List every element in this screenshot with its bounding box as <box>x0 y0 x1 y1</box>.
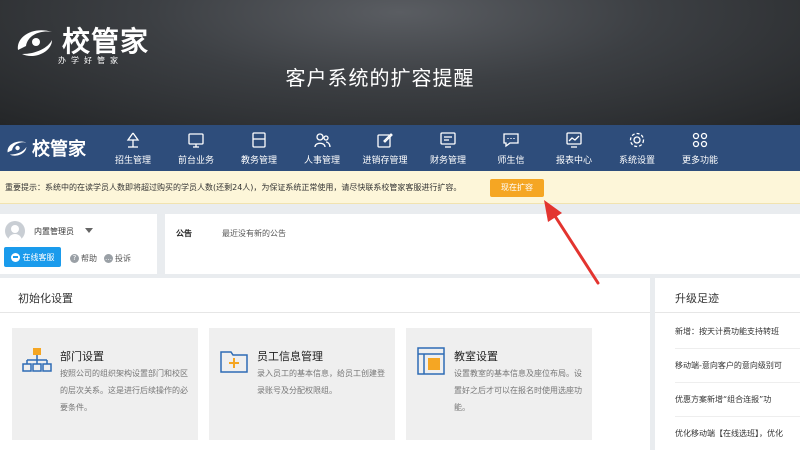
monitor-icon <box>188 133 204 148</box>
upgrade-item[interactable]: 新增：按天计费功能支持转班 <box>675 326 800 337</box>
chat-icon <box>10 252 20 262</box>
question-icon: ? <box>70 254 79 263</box>
complain-link[interactable]: … 投诉 <box>104 253 131 264</box>
nav-brand-name: 校管家 <box>32 139 86 160</box>
nav-item-label: 人事管理 <box>303 156 340 166</box>
banner-headline: 客户系统的扩容提醒 <box>285 66 475 90</box>
divider <box>675 382 800 383</box>
top-banner: 校管家 办学好管家 客户系统的扩容提醒 <box>0 0 800 125</box>
classroom-icon <box>417 347 445 375</box>
notice-text: 重要提示：系统中的在读学员人数即将超过购买的学员人数(还剩24人)，为保证系统正… <box>5 183 462 192</box>
card-title: 部门设置 <box>60 350 104 363</box>
brand-logo-icon <box>7 141 27 156</box>
nav-item-label: 师生信 <box>497 156 525 166</box>
upgrade-item[interactable]: 优化移动端【在线选班】，优化 <box>675 428 800 439</box>
folder-add-icon <box>220 351 248 373</box>
help-link[interactable]: ? 帮助 <box>70 253 97 264</box>
announcement-label: 公告 <box>176 229 192 238</box>
upgrade-footprints-panel: 升级足迹 新增：按天计费功能支持转班 移动端-意向客户的意向级别可 优惠方案新增… <box>655 278 800 450</box>
more-icon <box>692 132 708 148</box>
nav-item-label: 系统设置 <box>618 156 655 166</box>
nav-item-label: 更多功能 <box>681 156 718 166</box>
online-service-button[interactable]: 在线客服 <box>4 247 61 267</box>
report-icon <box>566 132 582 148</box>
card-title: 员工信息管理 <box>257 350 323 363</box>
nav-item-messages[interactable]: 师生信 <box>482 129 540 169</box>
employee-info-card[interactable]: 员工信息管理 录入员工的基本信息，给员工创建登录账号及分配权限组。 <box>209 328 395 440</box>
user-name[interactable]: 内置管理员 <box>34 226 74 237</box>
nav-item-enrollment[interactable]: 招生管理 <box>104 129 162 169</box>
nav-item-frontdesk[interactable]: 前台业务 <box>167 129 225 169</box>
announcement-text: 最近没有新的公告 <box>222 229 286 238</box>
message-icon <box>503 133 519 148</box>
announcement-bar: 公告 最近没有新的公告 <box>165 214 800 274</box>
gear-icon <box>629 132 645 148</box>
book-icon <box>252 132 266 148</box>
nav-item-academic[interactable]: 教务管理 <box>230 129 288 169</box>
chevron-down-icon[interactable] <box>85 228 93 233</box>
divider <box>675 416 800 417</box>
nav-item-label: 前台业务 <box>177 156 214 166</box>
main-nav: 校管家 招生管理 前台业务 教务管理 人事管理 进销存管理 财务管理 师生信 报… <box>0 125 800 171</box>
banner-brand-name: 校管家 <box>62 25 150 58</box>
card-title: 教室设置 <box>454 350 498 363</box>
complain-label: 投诉 <box>115 254 131 263</box>
panel-title: 初始化设置 <box>18 292 73 305</box>
divider <box>675 348 800 349</box>
finance-icon <box>440 132 456 148</box>
user-card: 内置管理员 在线客服 ? 帮助 … 投诉 <box>0 214 157 274</box>
nav-item-label: 财务管理 <box>429 156 466 166</box>
classroom-settings-card[interactable]: 教室设置 设置教室的基本信息及座位布局。设置好之后才可以在报名时使用选座功能。 <box>406 328 592 440</box>
capacity-notice: 重要提示：系统中的在读学员人数即将超过购买的学员人数(还剩24人)，为保证系统正… <box>0 171 800 204</box>
divider <box>655 312 800 313</box>
nav-item-inventory[interactable]: 进销存管理 <box>356 129 414 169</box>
megaphone-icon <box>126 132 140 148</box>
panel-title: 升级足迹 <box>675 292 719 305</box>
nav-item-label: 报表中心 <box>555 156 592 166</box>
help-label: 帮助 <box>81 254 97 263</box>
brand-logo-icon <box>17 30 52 57</box>
upgrade-item[interactable]: 优惠方案新增“组合连报”功 <box>675 394 800 405</box>
nav-item-more[interactable]: 更多功能 <box>671 129 729 169</box>
nav-item-finance[interactable]: 财务管理 <box>419 129 477 169</box>
people-icon <box>314 133 331 148</box>
nav-item-label: 招生管理 <box>114 156 151 166</box>
nav-item-reports[interactable]: 报表中心 <box>545 129 603 169</box>
nav-item-settings[interactable]: 系统设置 <box>608 129 666 169</box>
nav-logo[interactable]: 校管家 <box>4 135 86 161</box>
init-settings-panel: 初始化设置 部门设置 按照公司的组织架构设置部门和校区的层次关系。这是进行后续操… <box>0 278 650 450</box>
expand-now-button[interactable]: 现在扩容 <box>490 179 544 197</box>
edit-icon <box>377 133 393 148</box>
upgrade-item[interactable]: 移动端-意向客户的意向级别可 <box>675 360 800 371</box>
org-chart-icon <box>22 348 52 372</box>
card-description: 录入员工的基本信息，给员工创建登录账号及分配权限组。 <box>257 369 385 395</box>
nav-item-hr[interactable]: 人事管理 <box>293 129 351 169</box>
nav-item-label: 教务管理 <box>240 156 277 166</box>
avatar[interactable] <box>5 221 25 241</box>
card-description: 设置教室的基本信息及座位布局。设置好之后才可以在报名时使用选座功能。 <box>454 369 582 412</box>
divider <box>0 312 650 313</box>
department-settings-card[interactable]: 部门设置 按照公司的组织架构设置部门和校区的层次关系。这是进行后续操作的必要条件… <box>12 328 198 440</box>
nav-item-label: 进销存管理 <box>362 156 408 166</box>
online-service-label: 在线客服 <box>22 252 55 262</box>
complain-icon: … <box>104 254 113 263</box>
card-description: 按照公司的组织架构设置部门和校区的层次关系。这是进行后续操作的必要条件。 <box>60 369 188 412</box>
